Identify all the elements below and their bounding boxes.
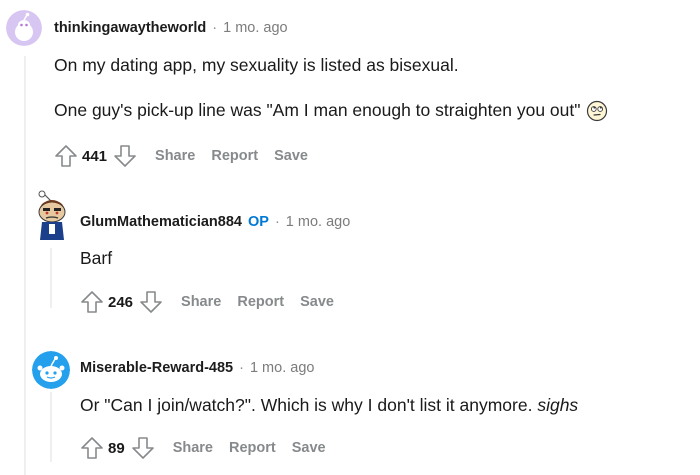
- downvote-icon[interactable]: [139, 290, 163, 314]
- save-button[interactable]: Save: [274, 148, 308, 164]
- snoo-avatar-icon: [6, 10, 42, 46]
- comment-actions: 89 Share Report Save: [80, 436, 326, 460]
- timestamp[interactable]: 1 mo. ago: [286, 214, 351, 230]
- vote-score: 441: [82, 147, 108, 165]
- downvote-icon[interactable]: [131, 436, 155, 460]
- comment-actions: 441 Share Report Save: [54, 144, 308, 168]
- avatar[interactable]: [32, 351, 70, 389]
- save-button[interactable]: Save: [300, 294, 334, 310]
- separator-dot: ·: [274, 214, 280, 230]
- upvote-icon[interactable]: [54, 144, 78, 168]
- comment-header: thinkingawaytheworld · 1 mo. ago: [54, 20, 288, 36]
- snoo-avatar-icon: [32, 351, 70, 389]
- report-button[interactable]: Report: [211, 148, 258, 164]
- report-button[interactable]: Report: [237, 294, 284, 310]
- username-link[interactable]: thinkingawaytheworld: [54, 20, 206, 36]
- avatar[interactable]: [32, 190, 72, 242]
- save-button[interactable]: Save: [292, 440, 326, 456]
- username-link[interactable]: GlumMathematician884: [80, 214, 242, 230]
- comment-text: Or "Can I join/watch?". Which is why I d…: [80, 395, 578, 416]
- thread-line[interactable]: [50, 248, 52, 308]
- comment-text: On my dating app, my sexuality is listed…: [54, 55, 459, 75]
- snoo-avatar-icon: [38, 190, 66, 240]
- vote-score: 89: [108, 439, 125, 457]
- comment-text: Barf: [80, 248, 113, 268]
- face-with-rolling-eyes-icon: [586, 100, 608, 122]
- timestamp[interactable]: 1 mo. ago: [223, 20, 288, 36]
- timestamp[interactable]: 1 mo. ago: [250, 360, 315, 376]
- upvote-icon[interactable]: [80, 436, 104, 460]
- comment-text-line: Or "Can I join/watch?". Which is why I d…: [80, 395, 538, 415]
- vote-score: 246: [108, 293, 134, 311]
- avatar[interactable]: [6, 10, 42, 46]
- comment-actions: 246 Share Report Save: [80, 290, 334, 314]
- username-link[interactable]: Miserable-Reward-485: [80, 360, 233, 376]
- comment-text-line: One guy's pick-up line was "Am I man eno…: [54, 100, 581, 120]
- report-button[interactable]: Report: [229, 440, 276, 456]
- share-button[interactable]: Share: [173, 440, 213, 456]
- comment-text: One guy's pick-up line was "Am I man eno…: [54, 100, 608, 122]
- op-badge: OP: [247, 214, 269, 230]
- upvote-icon[interactable]: [80, 290, 104, 314]
- downvote-icon[interactable]: [113, 144, 137, 168]
- share-button[interactable]: Share: [181, 294, 221, 310]
- separator-dot: ·: [212, 20, 218, 36]
- thread-line[interactable]: [50, 392, 52, 462]
- comment-header: Miserable-Reward-485 · 1 mo. ago: [80, 360, 314, 376]
- comment-text-italic: sighs: [537, 395, 579, 415]
- thread-line[interactable]: [24, 56, 26, 475]
- separator-dot: ·: [239, 360, 244, 376]
- share-button[interactable]: Share: [155, 148, 195, 164]
- comment-header: GlumMathematician884 OP · 1 mo. ago: [80, 214, 350, 230]
